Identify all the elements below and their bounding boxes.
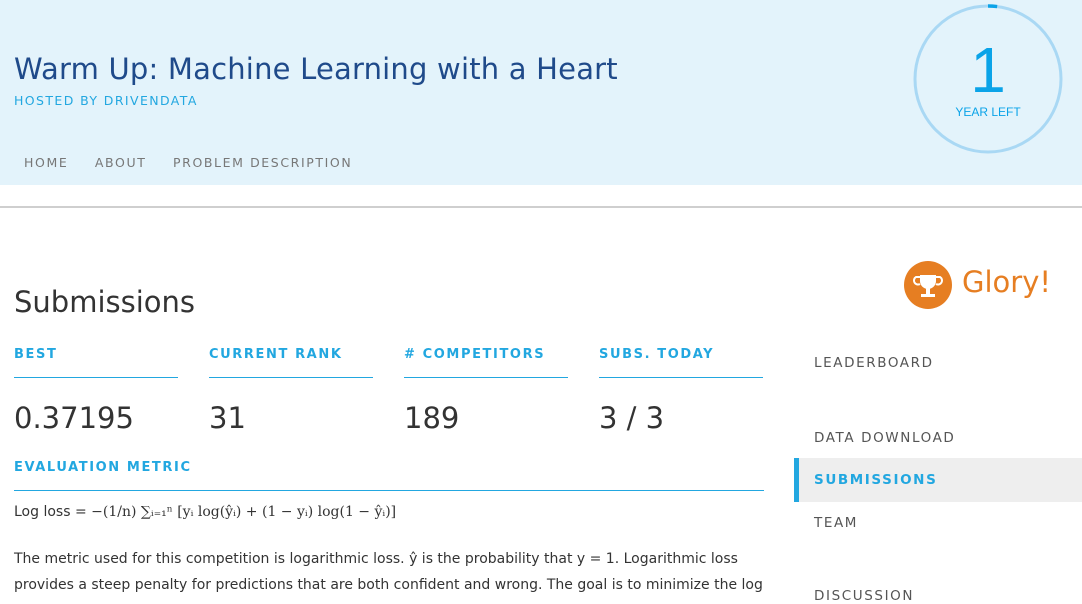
trophy-icon <box>904 261 952 309</box>
stat-label: SUBS. TODAY <box>599 347 763 378</box>
evaluation-description: The metric used for this competition is … <box>14 551 763 593</box>
nav-about[interactable]: ABOUT <box>95 155 147 170</box>
competition-header: Warm Up: Machine Learning with a Heart H… <box>0 0 1082 185</box>
stat-subs-today: SUBS. TODAY 3 / 3 <box>599 347 763 435</box>
stat-current-rank: CURRENT RANK 31 <box>209 347 373 435</box>
header-nav: HOME ABOUT PROBLEM DESCRIPTION <box>24 155 373 170</box>
hosted-by[interactable]: HOSTED BY DRIVENDATA <box>14 93 198 108</box>
time-remaining: 1 YEAR LEFT <box>910 4 1066 160</box>
sidebar-item-team[interactable]: TEAM <box>814 515 858 531</box>
stat-value: 0.37195 <box>14 401 134 435</box>
formula-expression: = −(1/n) ∑ᵢ₌₁ⁿ [yᵢ log(ŷᵢ) + (1 − yᵢ) lo… <box>74 504 397 520</box>
timer-label: YEAR LEFT <box>955 105 1021 119</box>
stat-value: 189 <box>404 401 460 435</box>
stat-value: 3 / 3 <box>599 401 665 435</box>
stat-best: BEST 0.37195 <box>14 347 178 435</box>
timer-value: 1 <box>970 34 1006 106</box>
evaluation-metric-heading: EVALUATION METRIC <box>14 460 764 491</box>
formula-prefix: Log loss <box>14 504 71 520</box>
nav-home[interactable]: HOME <box>24 155 68 170</box>
sidebar-item-data-download[interactable]: DATA DOWNLOAD <box>814 430 955 446</box>
stat-value: 31 <box>209 401 246 435</box>
stat-label: # COMPETITORS <box>404 347 568 378</box>
prize-label: Glory! <box>962 265 1051 299</box>
competition-title: Warm Up: Machine Learning with a Heart <box>14 52 618 86</box>
stat-label: CURRENT RANK <box>209 347 373 378</box>
sidebar-item-discussion[interactable]: DISCUSSION <box>814 588 914 604</box>
stat-competitors: # COMPETITORS 189 <box>404 347 568 435</box>
sidebar-item-submissions[interactable]: SUBMISSIONS <box>814 472 937 488</box>
page-title: Submissions <box>14 285 196 319</box>
nav-problem-description[interactable]: PROBLEM DESCRIPTION <box>173 155 352 170</box>
sidebar-item-leaderboard[interactable]: LEADERBOARD <box>814 355 934 371</box>
stat-label: BEST <box>14 347 178 378</box>
evaluation-formula: Log loss = −(1/n) ∑ᵢ₌₁ⁿ [yᵢ log(ŷᵢ) + (1… <box>14 504 396 520</box>
header-divider <box>0 206 1082 208</box>
